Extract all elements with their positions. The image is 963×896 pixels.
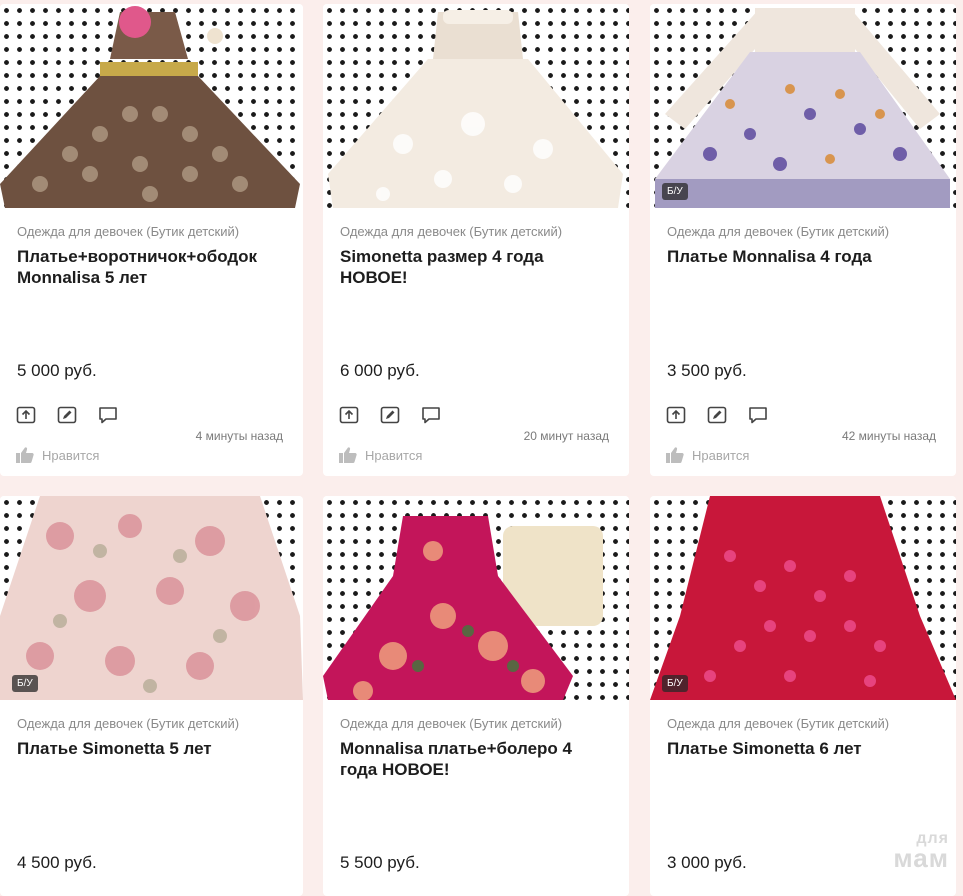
watermark-line-2: мам — [893, 842, 949, 873]
card-actions — [339, 406, 441, 424]
card-actions — [666, 406, 768, 424]
listing-price: 3 000 руб. — [667, 853, 747, 872]
listing-card[interactable]: Б/У Одежда для девочек (Бутик детский) П… — [0, 496, 303, 896]
product-photo[interactable] — [323, 496, 629, 700]
like-button[interactable]: Нравится — [338, 446, 422, 464]
comment-icon[interactable] — [748, 406, 768, 424]
product-photo[interactable]: Б/У — [650, 4, 956, 208]
listing-card[interactable]: Б/У Одежда для девочек (Бутик детский) П… — [650, 4, 956, 476]
like-label: Нравится — [692, 447, 750, 463]
listing-price: 4 500 руб. — [17, 853, 97, 872]
site-watermark: для мам — [893, 830, 949, 873]
dress-image — [655, 8, 950, 208]
like-label: Нравится — [365, 447, 423, 463]
category-label: Одежда для девочек (Бутик детский) — [667, 716, 890, 731]
dress-image — [328, 10, 623, 208]
listing-time: 20 минут назад — [523, 429, 609, 443]
listing-card[interactable]: Одежда для девочек (Бутик детский) Simon… — [323, 4, 629, 476]
listing-card[interactable]: Одежда для девочек (Бутик детский) Плать… — [0, 4, 303, 476]
listing-title[interactable]: Платье Monnalisa 4 года — [667, 246, 937, 267]
like-button[interactable]: Нравится — [665, 446, 749, 464]
category-label: Одежда для девочек (Бутик детский) — [340, 224, 563, 239]
category-label: Одежда для девочек (Бутик детский) — [17, 224, 240, 239]
product-photo[interactable] — [323, 4, 629, 208]
thumbs-up-icon — [16, 447, 34, 463]
edit-icon[interactable] — [57, 406, 77, 424]
listing-title[interactable]: Monnalisa платье+болеро 4 года НОВОЕ! — [340, 738, 610, 780]
listing-time: 42 минуты назад — [841, 429, 936, 443]
share-icon[interactable] — [666, 406, 686, 424]
category-label: Одежда для девочек (Бутик детский) — [17, 716, 240, 731]
thumbs-up-icon — [339, 447, 357, 463]
thumbs-up-icon — [666, 447, 684, 463]
listing-title[interactable]: Платье Simonetta 5 лет — [17, 738, 287, 759]
share-icon[interactable] — [16, 406, 36, 424]
category-label: Одежда для девочек (Бутик детский) — [667, 224, 890, 239]
dress-image — [0, 6, 300, 208]
listing-card[interactable]: Одежда для девочек (Бутик детский) Monna… — [323, 496, 629, 896]
listing-time: 4 минуты назад — [195, 429, 283, 443]
listing-title[interactable]: Simonetta размер 4 года НОВОЕ! — [340, 246, 610, 288]
listing-price: 5 500 руб. — [340, 853, 420, 872]
comment-icon[interactable] — [98, 406, 118, 424]
edit-icon[interactable] — [707, 406, 727, 424]
dress-image — [323, 516, 603, 700]
like-label: Нравится — [42, 447, 100, 463]
share-icon[interactable] — [339, 406, 359, 424]
listing-title[interactable]: Платье Simonetta 6 лет — [667, 738, 937, 759]
product-photo[interactable] — [0, 4, 303, 208]
product-photo[interactable]: Б/У — [0, 496, 303, 700]
used-badge: Б/У — [12, 675, 38, 692]
like-button[interactable]: Нравится — [15, 446, 99, 464]
listing-title[interactable]: Платье+воротничок+ободок Monnalisa 5 лет — [17, 246, 287, 288]
listing-price: 5 000 руб. — [17, 361, 97, 380]
category-label: Одежда для девочек (Бутик детский) — [340, 716, 563, 731]
dress-image — [0, 496, 303, 700]
comment-icon[interactable] — [421, 406, 441, 424]
listing-price: 3 500 руб. — [667, 361, 747, 380]
card-actions — [16, 406, 118, 424]
used-badge: Б/У — [662, 675, 688, 692]
listing-price: 6 000 руб. — [340, 361, 420, 380]
edit-icon[interactable] — [380, 406, 400, 424]
dress-image — [650, 496, 956, 700]
used-badge: Б/У — [662, 183, 688, 200]
listing-grid: Одежда для девочек (Бутик детский) Плать… — [0, 0, 963, 896]
product-photo[interactable]: Б/У — [650, 496, 956, 700]
